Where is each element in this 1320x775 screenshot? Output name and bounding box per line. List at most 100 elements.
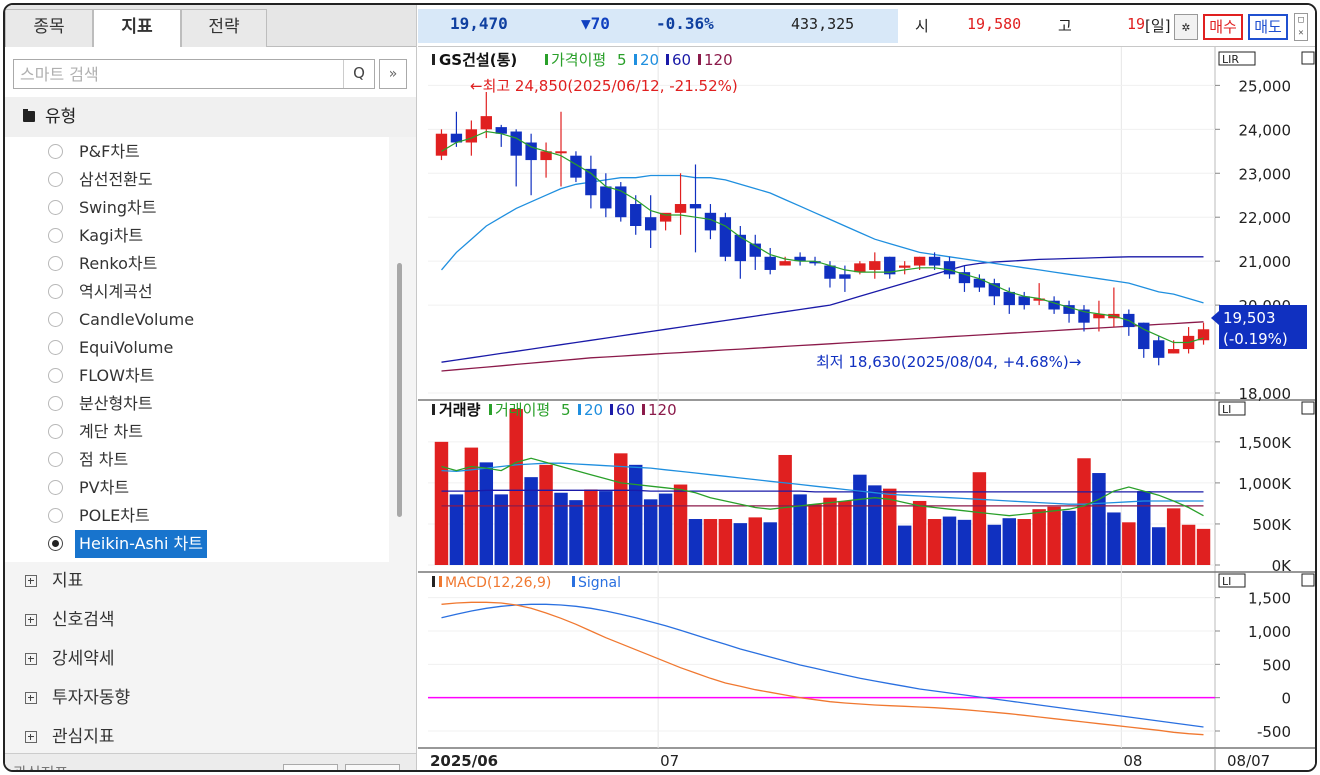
radio-icon[interactable] <box>48 508 63 523</box>
indicator-group-label: 관심지표 <box>52 727 115 747</box>
candle-body <box>854 263 866 273</box>
radio-icon[interactable] <box>48 368 63 383</box>
settings-button[interactable]: ✲ <box>1174 14 1198 40</box>
legend-marker <box>666 54 669 65</box>
stock-chart[interactable]: 25,00024,00023,00022,00021,00020,00018,0… <box>418 47 1317 770</box>
candle-body <box>644 217 657 231</box>
smart-search-input[interactable] <box>13 59 375 89</box>
radio-icon[interactable] <box>48 452 63 467</box>
chart-type-label: CandleVolume <box>79 310 195 329</box>
period-selector[interactable]: [일] <box>1145 15 1171 36</box>
x-tick-label: 07 <box>660 752 679 770</box>
radio-checked-icon[interactable] <box>48 536 63 551</box>
chart-type-item[interactable]: Renko차트 <box>5 250 389 278</box>
chart-type-item[interactable]: Kagi차트 <box>5 222 389 250</box>
expand-plus-icon[interactable] <box>25 731 37 743</box>
current-price-label: 19,503 <box>1223 309 1276 327</box>
chart-type-item[interactable]: Heikin-Ashi 차트 <box>5 530 389 558</box>
y-tick-label: 1,000K <box>1238 475 1292 493</box>
radio-icon[interactable] <box>48 256 63 271</box>
volume-bar <box>912 500 927 565</box>
radio-icon[interactable] <box>48 144 63 159</box>
radio-icon[interactable] <box>48 172 63 187</box>
candle-body <box>1153 340 1165 358</box>
volume-bar <box>584 489 598 565</box>
expand-toggle-button[interactable]: » <box>379 59 407 89</box>
window-mini-controls[interactable]: □ ✕ <box>1294 13 1308 41</box>
indicator-group-label: 신호검색 <box>52 610 115 630</box>
price-change-pct: -0.36% <box>656 14 714 33</box>
app-window: 종목 지표 전략 Q » 유형 P&F차트삼선전환도 Swing차트 Kagi차트 R… <box>3 3 1317 772</box>
chart-type-item[interactable]: 계단 차트 <box>5 418 389 446</box>
buy-button[interactable]: 매수 <box>1203 14 1243 40</box>
footer-button-1[interactable] <box>283 764 338 770</box>
footer-button-2[interactable] <box>345 764 400 770</box>
candle-body <box>689 204 702 209</box>
x-tick-label: 2025/06 <box>430 752 498 770</box>
radio-icon[interactable] <box>48 396 63 411</box>
candle-body <box>435 133 448 156</box>
chart-type-item[interactable]: EquiVolume <box>5 334 389 362</box>
pane-maximize-icon <box>1301 401 1315 415</box>
y-tick-label: 21,000 <box>1239 253 1292 271</box>
volume-bar <box>599 491 613 565</box>
pane-title: GS건설(통) <box>439 51 517 69</box>
radio-icon[interactable] <box>48 284 63 299</box>
chart-type-item[interactable]: CandleVolume <box>5 306 389 334</box>
chart-type-item[interactable]: Swing차트 <box>5 194 389 222</box>
radio-icon[interactable] <box>48 480 63 495</box>
chart-type-label: 계단 차트 <box>79 422 143 441</box>
chart-type-label: Renko차트 <box>79 254 158 273</box>
indicator-group-item[interactable]: 강세약세 <box>5 640 416 678</box>
volume-bar <box>1077 458 1091 565</box>
indicator-group-item[interactable]: 지표 <box>5 562 416 600</box>
search-button[interactable]: Q <box>343 60 374 88</box>
volume-bar <box>673 484 688 565</box>
candle-body <box>779 261 791 266</box>
chart-type-item[interactable]: 분산형차트 <box>5 390 389 418</box>
candle-body <box>1003 291 1015 306</box>
pane-maximize-icon <box>1301 51 1315 65</box>
volume-bar <box>1032 509 1046 565</box>
volume-bar <box>1107 512 1121 565</box>
low-annotation: 최저 18,630(2025/08/04, +4.68%)→ <box>816 353 1081 371</box>
chart-type-label: 분산형차트 <box>79 394 153 413</box>
radio-icon[interactable] <box>48 312 63 327</box>
open-price: 19,580 <box>967 15 1022 33</box>
chart-type-item[interactable]: P&F차트 <box>5 138 389 166</box>
legend-entry: 5 <box>617 51 627 69</box>
open-label: 시 <box>915 17 929 35</box>
chart-type-item[interactable]: POLE차트 <box>5 502 389 530</box>
tab-strategies[interactable]: 전략 <box>181 9 267 47</box>
radio-icon[interactable] <box>48 424 63 439</box>
chart-type-item[interactable]: 점 차트 <box>5 446 389 474</box>
expand-plus-icon[interactable] <box>25 614 37 626</box>
radio-icon[interactable] <box>48 200 63 215</box>
volume-bar <box>643 499 658 565</box>
x-tick-label: 08 <box>1123 752 1142 770</box>
radio-icon[interactable] <box>48 340 63 355</box>
volume-bar <box>987 524 1002 565</box>
high-annotation: ←최고 24,850(2025/06/12, -21.52%) <box>470 77 738 95</box>
indicator-group-item[interactable]: 투자자동향 <box>5 679 416 717</box>
legend-marker <box>698 54 701 65</box>
tab-stocks[interactable]: 종목 <box>5 9 93 47</box>
chart-type-item[interactable]: FLOW차트 <box>5 362 389 390</box>
sell-button[interactable]: 매도 <box>1248 14 1288 40</box>
candle-body <box>630 204 642 226</box>
indicator-group-item[interactable]: 신호검색 <box>5 601 416 639</box>
list-scrollbar[interactable] <box>397 263 402 517</box>
indicator-group-item[interactable]: 관심지표 <box>5 718 416 756</box>
chart-type-item[interactable]: PV차트 <box>5 474 389 502</box>
chart-type-item[interactable]: 삼선전환도 <box>5 166 389 194</box>
radio-icon[interactable] <box>48 228 63 243</box>
chart-type-item[interactable]: 역시계곡선 <box>5 278 389 306</box>
expand-plus-icon[interactable] <box>25 692 37 704</box>
volume-bar <box>897 525 912 565</box>
legend-marker <box>578 404 581 415</box>
tab-indicators[interactable]: 지표 <box>93 9 181 48</box>
expand-plus-icon[interactable] <box>25 575 37 587</box>
expand-plus-icon[interactable] <box>25 653 37 665</box>
category-type-header[interactable]: 유형 <box>5 97 416 137</box>
volume-bar <box>972 472 987 565</box>
